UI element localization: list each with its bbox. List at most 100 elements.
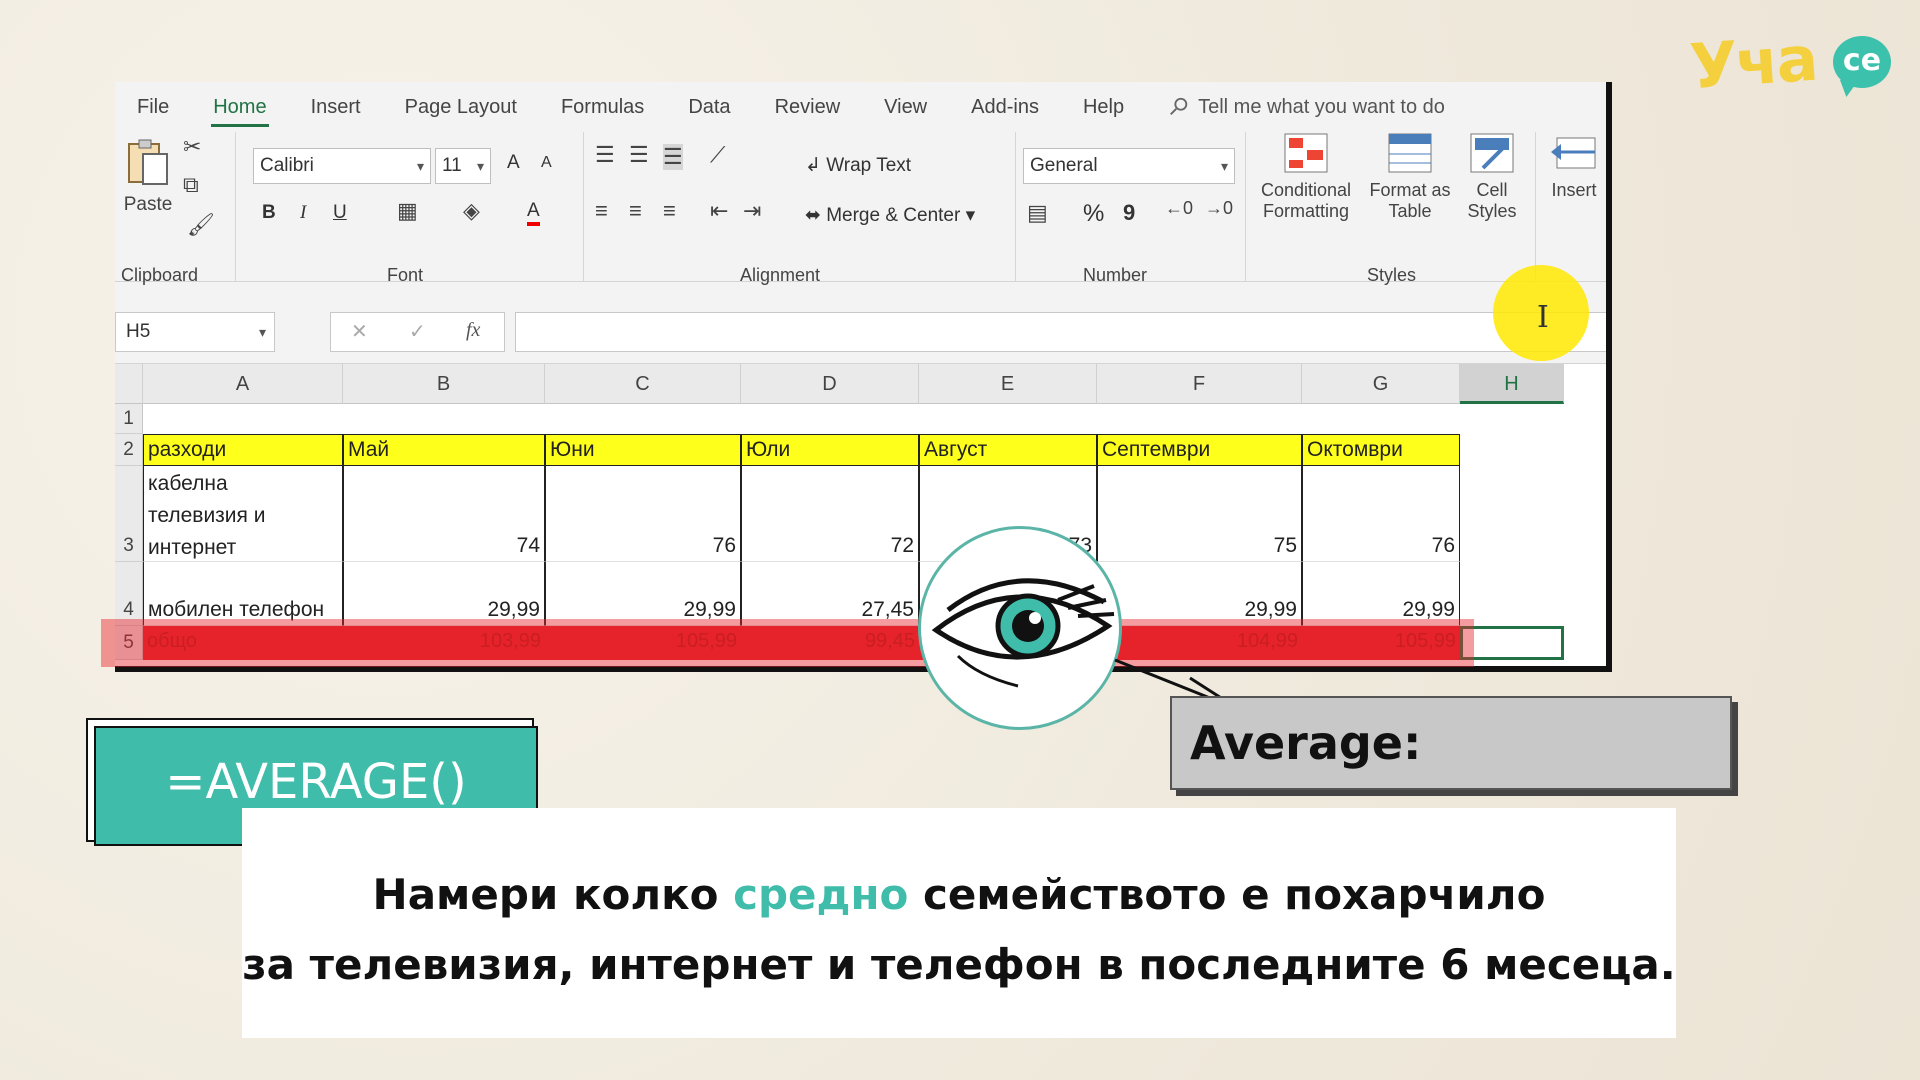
- cell-f4[interactable]: 29,99: [1097, 562, 1302, 626]
- font-name-select[interactable]: Calibri: [253, 148, 431, 184]
- cell-f2[interactable]: Септември: [1097, 434, 1302, 466]
- cell-a3[interactable]: кабелна телевизия и интернет: [143, 466, 343, 562]
- cell-d2[interactable]: Юли: [741, 434, 919, 466]
- wrap-text-button[interactable]: ↲ Wrap Text: [805, 154, 911, 177]
- align-left-icon[interactable]: ≡: [595, 198, 608, 224]
- insert-function-icon[interactable]: fx: [466, 319, 480, 342]
- copy-icon[interactable]: ⧉: [183, 172, 199, 198]
- orientation-icon[interactable]: ⟋: [710, 142, 725, 168]
- cell-b2[interactable]: Май: [343, 434, 545, 466]
- cut-icon[interactable]: ✂: [183, 134, 201, 160]
- format-as-table-button[interactable]: Format as Table: [1365, 132, 1455, 222]
- tab-help[interactable]: Help: [1083, 96, 1124, 119]
- decrease-decimal-icon[interactable]: →0: [1205, 198, 1233, 219]
- alignment-group-label: Alignment: [740, 265, 821, 285]
- column-header-e[interactable]: E: [919, 364, 1097, 404]
- cell-d3[interactable]: 72: [741, 466, 919, 562]
- tab-file[interactable]: File: [137, 96, 169, 119]
- shrink-font-button[interactable]: A: [541, 154, 552, 172]
- bold-button[interactable]: B: [262, 202, 276, 224]
- comma-button[interactable]: 9: [1123, 200, 1135, 226]
- cell-d4[interactable]: 27,45: [741, 562, 919, 626]
- cancel-icon[interactable]: ✕: [351, 319, 368, 344]
- row-header-2[interactable]: 2: [115, 434, 143, 466]
- align-top-icon[interactable]: ☰: [595, 142, 615, 168]
- column-header-f[interactable]: F: [1097, 364, 1302, 404]
- font-color-button[interactable]: A: [527, 200, 540, 226]
- cell-styles-button[interactable]: Cell Styles: [1457, 132, 1527, 222]
- column-header-d[interactable]: D: [741, 364, 919, 404]
- select-all-corner[interactable]: [115, 364, 143, 404]
- confirm-icon[interactable]: ✓: [409, 319, 426, 344]
- tab-view[interactable]: View: [884, 96, 927, 119]
- grow-font-button[interactable]: A: [507, 152, 520, 174]
- caption-line-1-end: семейството е похарчило: [908, 870, 1546, 919]
- cell-styles-label-1: Cell: [1476, 180, 1508, 200]
- underline-button[interactable]: U: [333, 202, 347, 224]
- conditional-formatting-button[interactable]: Conditional Formatting: [1251, 132, 1361, 222]
- tab-formulas[interactable]: Formulas: [561, 96, 644, 119]
- cell-a2[interactable]: разходи: [143, 434, 343, 466]
- align-center-icon[interactable]: ≡: [629, 198, 642, 224]
- column-header-c[interactable]: C: [545, 364, 741, 404]
- cell-b4[interactable]: 29,99: [343, 562, 545, 626]
- font-size-select[interactable]: 11: [435, 148, 491, 184]
- tab-review[interactable]: Review: [775, 96, 841, 119]
- align-right-icon[interactable]: ≡: [663, 198, 676, 224]
- borders-icon[interactable]: ▦: [397, 198, 418, 224]
- row-header-4[interactable]: 4: [115, 562, 143, 626]
- fill-color-icon[interactable]: ◈: [463, 198, 480, 224]
- tell-me-search[interactable]: Tell me what you want to do: [1168, 96, 1445, 119]
- cell-h5-selected[interactable]: [1460, 626, 1564, 660]
- italic-button[interactable]: I: [300, 202, 306, 224]
- accounting-format-icon[interactable]: ▤: [1027, 200, 1048, 226]
- tab-home[interactable]: Home: [211, 96, 269, 127]
- formula-input[interactable]: [515, 312, 1606, 352]
- increase-indent-icon[interactable]: ⇥: [743, 198, 761, 224]
- align-bottom-icon[interactable]: ☰: [663, 144, 683, 170]
- cell-g4[interactable]: 29,99: [1302, 562, 1460, 626]
- tab-data[interactable]: Data: [688, 96, 730, 119]
- cell-a3-line-3: интернет: [148, 536, 237, 559]
- name-box[interactable]: H5: [115, 312, 275, 352]
- cell-e2[interactable]: Август: [919, 434, 1097, 466]
- number-format-select[interactable]: General: [1023, 148, 1235, 184]
- cell-c2[interactable]: Юни: [545, 434, 741, 466]
- logo-bubble: се: [1833, 36, 1891, 88]
- column-header-a[interactable]: A: [143, 364, 343, 404]
- cell-g3[interactable]: 76: [1302, 466, 1460, 562]
- cell-a4[interactable]: мобилен телефон: [143, 562, 343, 626]
- paste-button[interactable]: Paste: [123, 138, 173, 216]
- decrease-indent-icon[interactable]: ⇤: [710, 198, 728, 224]
- cell-a3-line-2: телевизия и: [148, 504, 266, 527]
- row-header-3[interactable]: 3: [115, 466, 143, 562]
- percent-button[interactable]: %: [1083, 200, 1104, 228]
- column-header-b[interactable]: B: [343, 364, 545, 404]
- tab-add-ins[interactable]: Add-ins: [971, 96, 1039, 119]
- styles-group-label: Styles: [1367, 265, 1417, 285]
- cell-c4[interactable]: 29,99: [545, 562, 741, 626]
- caption-line-1-start: Намери колко: [372, 870, 734, 919]
- cell-b3[interactable]: 74: [343, 466, 545, 562]
- cell-g2[interactable]: Октомври: [1302, 434, 1460, 466]
- format-painter-icon[interactable]: 🖌: [187, 212, 215, 238]
- increase-decimal-icon[interactable]: ←0: [1165, 198, 1193, 219]
- caption-line-1: Намери колко средно семейството е похарч…: [242, 860, 1676, 930]
- lightbulb-icon: [1170, 97, 1188, 115]
- column-header-h[interactable]: H: [1460, 364, 1564, 404]
- formula-buttons: ✕ ✓ fx: [330, 312, 505, 352]
- merge-center-label: Merge & Center: [826, 205, 961, 226]
- insert-cells-button[interactable]: Insert: [1539, 132, 1606, 201]
- cell-f3[interactable]: 75: [1097, 466, 1302, 562]
- ribbon-tabs: File Home Insert Page Layout Formulas Da…: [115, 82, 1606, 132]
- tab-page-layout[interactable]: Page Layout: [405, 96, 517, 119]
- row-header-1[interactable]: 1: [115, 404, 143, 434]
- divider: [1535, 132, 1536, 282]
- tab-insert[interactable]: Insert: [311, 96, 361, 119]
- column-header-g[interactable]: G: [1302, 364, 1460, 404]
- align-middle-icon[interactable]: ☰: [629, 142, 649, 168]
- caption-accent-word: средно: [733, 870, 909, 919]
- paste-label: Paste: [123, 194, 173, 215]
- merge-center-button[interactable]: ⬌ Merge & Center ▾: [805, 204, 975, 227]
- cell-c3[interactable]: 76: [545, 466, 741, 562]
